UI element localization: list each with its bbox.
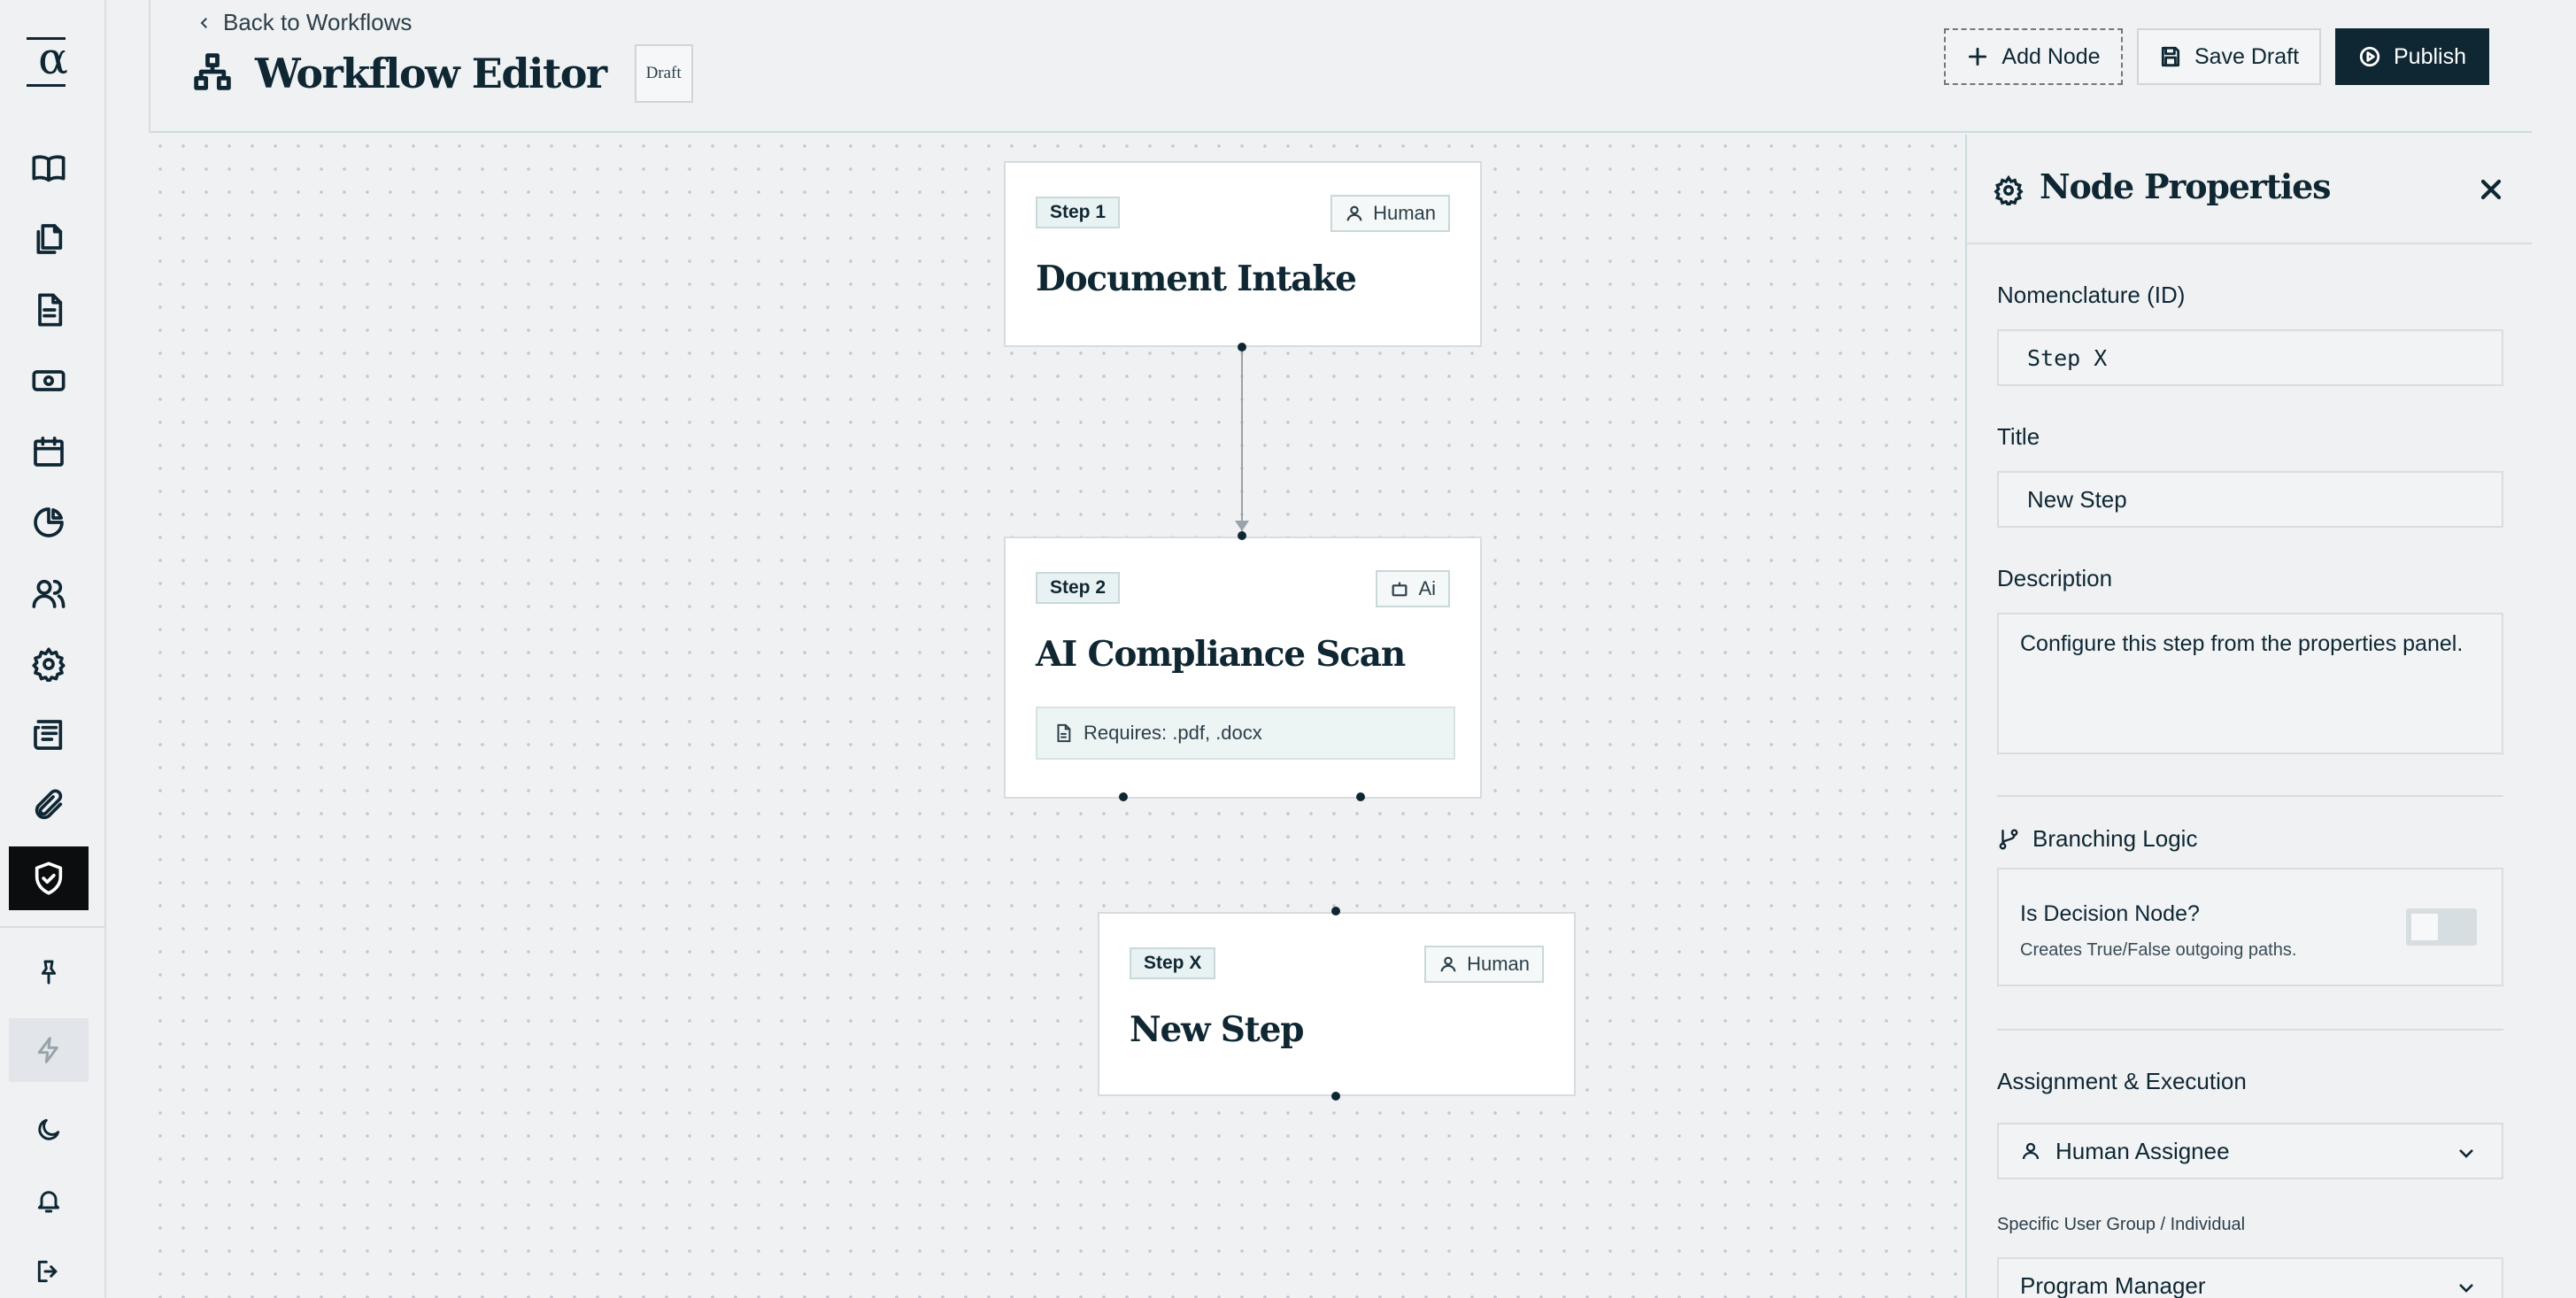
user-group-label: Specific User Group / Individual	[1997, 1215, 2246, 1234]
page-title: Workflow Editor	[255, 50, 607, 97]
step-tag: Step 1	[1036, 197, 1121, 228]
rail-divider	[0, 926, 106, 928]
edge-step1-step2[interactable]	[1241, 347, 1243, 535]
logout-icon[interactable]	[9, 1240, 89, 1298]
gear-icon[interactable]	[9, 632, 89, 696]
workflow-hierarchy-icon	[193, 52, 232, 96]
back-link-label: Back to Workflows	[223, 9, 413, 35]
save-icon	[2161, 46, 2180, 67]
workflow-node-step-1[interactable]: Step 1 Human Document Intake	[1004, 161, 1482, 347]
user-icon	[2020, 1140, 2055, 1162]
users-icon[interactable]	[9, 561, 89, 625]
chevron-down-icon	[2456, 1277, 2477, 1298]
divider	[1997, 1029, 2503, 1031]
node-type-tag: Human	[1330, 195, 1450, 232]
decision-node-setting: Is Decision Node? Creates True/False out…	[1997, 868, 2503, 986]
calendar-icon[interactable]	[9, 420, 89, 483]
title-input[interactable]: New Step	[1997, 471, 2503, 528]
output-port[interactable]	[1119, 792, 1128, 801]
book-icon[interactable]	[9, 136, 89, 200]
user-icon	[1346, 205, 1362, 221]
assignee-type-select[interactable]: Human Assignee	[1997, 1123, 2503, 1179]
pie-chart-icon[interactable]	[9, 491, 89, 554]
description-label: Description	[1997, 565, 2113, 591]
decision-subtitle: Creates True/False outgoing paths.	[2020, 940, 2297, 960]
icon-sidebar: α	[0, 0, 106, 1298]
add-node-button[interactable]: Add Node	[1944, 28, 2123, 85]
title-row: Workflow Editor Draft	[193, 44, 693, 103]
edge-arrowhead	[1235, 521, 1249, 531]
publish-button[interactable]: Publish	[2335, 28, 2489, 85]
output-port[interactable]	[1238, 343, 1246, 352]
panel-header: Node Properties	[1967, 135, 2532, 244]
panel-title: Node Properties	[2040, 166, 2332, 206]
moon-icon[interactable]	[9, 1098, 89, 1162]
user-group-select[interactable]: Program Manager	[1997, 1257, 2503, 1298]
robot-icon	[1392, 582, 1408, 597]
bell-icon[interactable]	[9, 1169, 89, 1232]
node-type-label: Human	[1467, 953, 1530, 975]
requirement-box: Requires: .pdf, .docx	[1036, 707, 1455, 760]
requirement-text: Requires: .pdf, .docx	[1084, 722, 1262, 744]
pin-icon[interactable]	[9, 940, 89, 1004]
newspaper-icon[interactable]	[9, 703, 89, 767]
assignee-value: Human Assignee	[2055, 1137, 2230, 1164]
lightning-icon[interactable]	[9, 1018, 89, 1082]
save-draft-label: Save Draft	[2194, 43, 2300, 69]
editor-header: Back to Workflows Workflow Editor Draft …	[149, 0, 2532, 133]
node-type-label: Ai	[1418, 577, 1436, 599]
step-tag: Step 2	[1036, 572, 1121, 604]
play-circle-icon	[2359, 46, 2380, 67]
title-label: Title	[1997, 423, 2040, 450]
description-textarea[interactable]: Configure this step from the properties …	[1997, 613, 2503, 754]
user-icon	[1440, 956, 1456, 972]
back-to-workflows-link[interactable]: Back to Workflows	[197, 9, 412, 36]
assignment-label: Assignment & Execution	[1997, 1068, 2247, 1094]
chevron-down-icon	[2456, 1142, 2477, 1163]
node-title: New Step	[1130, 1009, 1304, 1050]
node-title: Document Intake	[1036, 259, 1357, 299]
node-properties-panel: Node Properties Nomenclature (ID) Step X…	[1965, 135, 2532, 1298]
git-branch-icon	[1999, 829, 2018, 849]
add-node-label: Add Node	[2001, 43, 2101, 69]
publish-label: Publish	[2394, 43, 2466, 69]
chevron-left-icon	[200, 17, 207, 28]
output-port[interactable]	[1331, 1092, 1340, 1101]
node-title: AI Compliance Scan	[1036, 634, 1406, 675]
output-port[interactable]	[1356, 792, 1365, 801]
files-icon[interactable]	[9, 207, 89, 271]
decision-title: Is Decision Node?	[2020, 901, 2200, 926]
workflow-node-step-x[interactable]: Step X Human New Step	[1098, 912, 1576, 1096]
shield-check-icon[interactable]	[9, 846, 89, 910]
toggle-knob	[2411, 914, 2438, 940]
divider	[1997, 795, 2503, 797]
close-icon[interactable]	[2475, 174, 2507, 205]
cash-icon[interactable]	[9, 349, 89, 413]
decision-node-toggle[interactable]	[2406, 908, 2477, 946]
plus-icon	[1969, 47, 1987, 66]
branching-logic-label: Branching Logic	[2032, 825, 2198, 852]
node-type-tag: Human	[1424, 946, 1544, 983]
workflow-node-step-2[interactable]: Step 2 Ai AI Compliance Scan Requires: .…	[1004, 537, 1482, 799]
node-type-label: Human	[1373, 202, 1436, 224]
document-icon[interactable]	[9, 278, 89, 342]
paperclip-icon[interactable]	[9, 774, 89, 838]
user-group-value: Program Manager	[2020, 1271, 2206, 1298]
nomenclature-input[interactable]: Step X	[1997, 329, 2503, 386]
input-port[interactable]	[1238, 531, 1246, 540]
node-type-tag: Ai	[1376, 570, 1450, 607]
branching-logic-heading: Branching Logic	[1997, 825, 2197, 853]
app-logo[interactable]: α	[0, 25, 106, 92]
save-draft-button[interactable]: Save Draft	[2137, 28, 2321, 85]
step-tag: Step X	[1130, 947, 1216, 979]
document-icon	[1057, 723, 1071, 743]
status-badge: Draft	[634, 44, 693, 103]
gear-icon	[1994, 174, 2024, 210]
input-port[interactable]	[1331, 907, 1340, 916]
nomenclature-label: Nomenclature (ID)	[1997, 282, 2186, 308]
